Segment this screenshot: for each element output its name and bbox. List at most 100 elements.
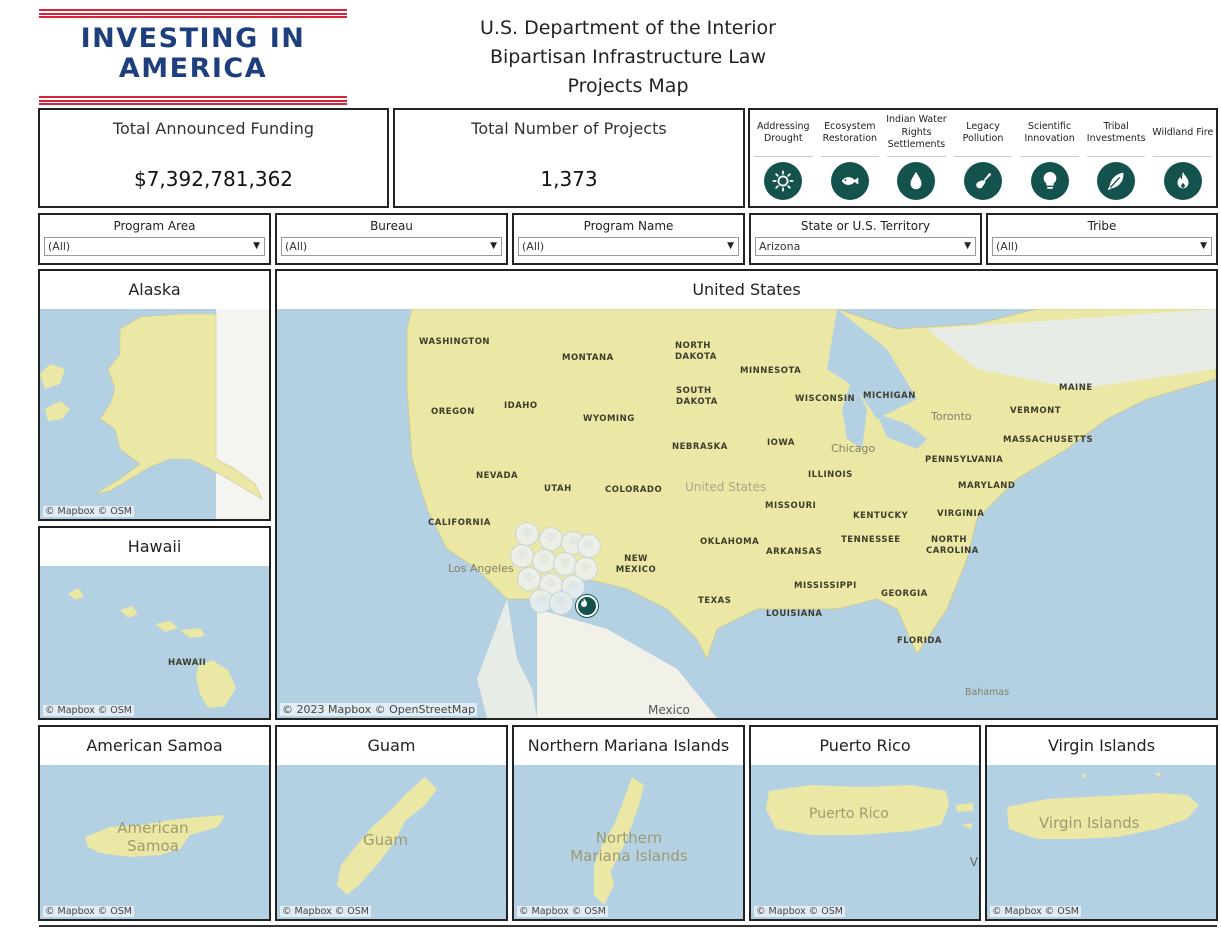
fire-icon [1163,162,1202,200]
state-label: ILLINOIS [808,470,853,480]
alaska-map[interactable]: © Mapbox © OSM [40,309,269,519]
dropdown-value: (All) [48,240,71,253]
legend-item-legacy-pollution[interactable]: Legacy Pollution [950,110,1017,206]
project-cluster-marker[interactable] [515,522,539,546]
filter-label: Tribe [1087,219,1117,233]
legend-label: Scientific Innovation [1024,120,1075,145]
bureau-dropdown[interactable]: (All) ▼ [281,237,502,256]
logo-text: INVESTING IN AMERICA [39,24,347,84]
filter-label: Program Area [113,219,196,233]
project-cluster-marker[interactable] [549,591,573,615]
place-label: Los Angeles [448,562,514,575]
state-dropdown[interactable]: Arizona ▼ [755,237,976,256]
puerto-rico-map[interactable]: Puerto Rico V © Mapbox © OSM [751,765,979,919]
northern-mariana-label: Northern Mariana Islands [570,829,688,865]
program-area-dropdown[interactable]: (All) ▼ [44,237,265,256]
project-cluster-marker[interactable] [517,567,541,591]
state-label: TEXAS [698,596,732,606]
hawaii-map-panel: Hawaii HAWAII © Mapbox © OSM [38,526,271,720]
lightbulb-icon [1030,162,1069,200]
state-label: MICHIGAN [863,391,916,401]
state-label: LOUISIANA [766,609,823,619]
hawaii-map-title: Hawaii [127,537,182,556]
legend-item-wildland-fire[interactable]: Wildland Fire [1149,110,1216,206]
american-samoa-label: American Samoa [117,819,189,855]
title-line-2: Bipartisan Infrastructure Law [489,46,766,68]
legend-item-ecosystem-restoration[interactable]: Ecosystem Restoration [817,110,884,206]
place-label: Chicago [831,442,876,455]
map-attribution: © 2023 Mapbox © OpenStreetMap [280,703,478,716]
funding-kpi-label: Total Announced Funding [112,119,315,138]
state-label: NEW MEXICO [615,554,657,575]
hawaii-label: HAWAII [168,658,207,668]
state-label: GEORGIA [881,589,928,599]
northern-mariana-map[interactable]: Northern Mariana Islands © Mapbox © OSM [514,765,743,919]
feather-icon [1097,162,1136,200]
legend-item-addressing-drought[interactable]: Addressing Drought [750,110,817,206]
puerto-rico-map-panel: Puerto Rico Puerto Rico V © Mapbox © OSM [749,725,981,921]
map-attribution: © Mapbox © OSM [990,906,1081,917]
funding-kpi-panel: Total Announced Funding $7,392,781,362 [38,108,389,208]
filter-program-area: Program Area (All) ▼ [38,213,271,265]
puerto-rico-map-title: Puerto Rico [819,736,911,755]
state-label: NEVADA [476,471,519,481]
state-label: WYOMING [583,414,635,424]
legend-item-scientific-innovation[interactable]: Scientific Innovation [1016,110,1083,206]
alaska-map-title: Alaska [128,280,181,299]
puerto-rico-label: Puerto Rico [809,806,889,822]
fish-icon [830,162,869,200]
map-attribution: © Mapbox © OSM [754,906,845,917]
project-cluster-marker[interactable] [553,552,577,576]
state-label: MASSACHUSETTS [1003,435,1094,445]
project-cluster-marker[interactable] [577,534,601,558]
chevron-down-icon: ▼ [253,241,260,251]
guam-map[interactable]: Guam © Mapbox © OSM [277,765,506,919]
chevron-down-icon: ▼ [964,241,971,251]
american-samoa-map-panel: American Samoa American Samoa © Mapbox ©… [38,725,271,921]
sun-icon [764,162,803,200]
map-attribution: © Mapbox © OSM [43,906,134,917]
legend-item-indian-water-rights[interactable]: Indian Water Rights Settlements [883,110,950,206]
logo-stripes-top [39,9,347,18]
place-label: Bahamas [965,687,1010,698]
state-label: MISSISSIPPI [794,581,857,591]
category-legend: Addressing Drought Ecosystem Restoration… [748,108,1218,208]
state-label: VERMONT [1010,406,1062,416]
state-label: PENNSYLVANIA [925,455,1004,465]
edge-label: V [969,855,978,869]
state-label: OKLAHOMA [700,537,760,547]
dropdown-value: (All) [996,240,1019,253]
filter-program-name: Program Name (All) ▼ [512,213,745,265]
tribe-dropdown[interactable]: (All) ▼ [992,237,1212,256]
project-cluster-marker[interactable] [510,544,534,568]
program-name-dropdown[interactable]: (All) ▼ [518,237,739,256]
filter-label: State or U.S. Territory [800,219,931,233]
place-label: Mexico [648,703,690,717]
northern-mariana-map-panel: Northern Mariana Islands Northern Marian… [512,725,745,921]
state-label: OREGON [431,407,475,417]
alaska-map-panel: Alaska © Mapbox © OSM [38,269,271,521]
hawaii-map[interactable]: HAWAII © Mapbox © OSM [40,566,269,718]
water-drop-icon [897,162,936,200]
state-label: IDAHO [504,401,538,411]
logo-line-1: INVESTING IN [80,23,306,54]
wildland-fire-project-marker[interactable] [576,595,598,617]
american-samoa-map[interactable]: American Samoa © Mapbox © OSM [40,765,269,919]
state-label: WASHINGTON [419,337,491,347]
dropdown-value: (All) [285,240,308,253]
title-line-1: U.S. Department of the Interior [480,17,776,39]
guam-label: Guam [363,831,408,849]
filter-label: Bureau [370,219,413,233]
legend-item-tribal-investments[interactable]: Tribal Investments [1083,110,1150,206]
state-label: TENNESSEE [841,535,901,545]
project-cluster-marker[interactable] [539,527,563,551]
projects-kpi-value: 1,373 [540,167,598,191]
legend-label: Tribal Investments [1086,120,1146,145]
state-label: NEBRASKA [672,442,728,452]
bottom-divider [39,925,1217,929]
virgin-islands-map[interactable]: Virgin Islands © Mapbox © OSM [987,765,1216,919]
filter-label: Program Name [583,219,674,233]
logo-line-2: AMERICA [118,53,268,84]
filter-tribe: Tribe (All) ▼ [986,213,1218,265]
us-map[interactable]: WASHINGTON MONTANA NORTH DAKOTA MINNESOT… [277,309,1216,718]
